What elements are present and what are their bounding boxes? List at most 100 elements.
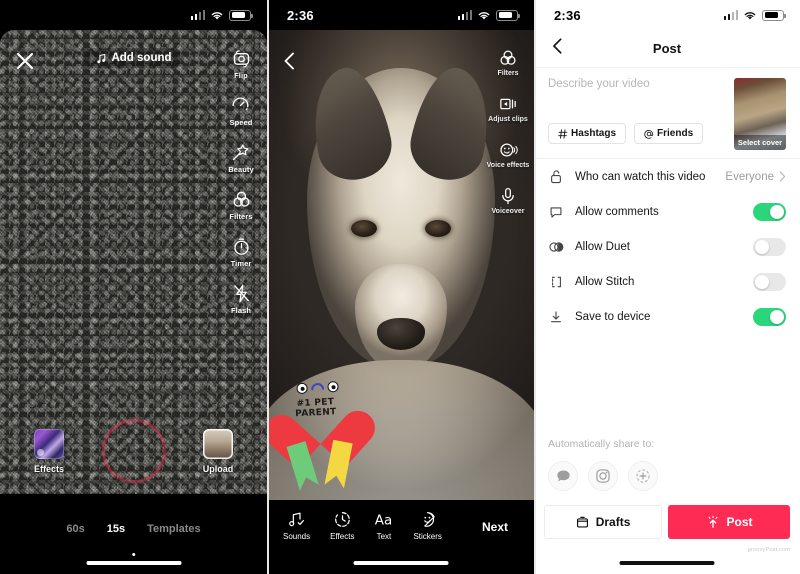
mode-templates[interactable]: Templates [147, 523, 201, 535]
share-more-button[interactable] [628, 461, 658, 491]
post-status-bar: 2:36 [534, 0, 800, 30]
upload-thumbnail-icon [203, 428, 233, 459]
sticker-brow [310, 382, 325, 391]
post-back-button[interactable] [548, 36, 568, 61]
save-to-device-toggle[interactable] [753, 307, 786, 326]
hashtags-chip[interactable]: Hashtags [548, 123, 627, 144]
allow-comments-toggle[interactable] [753, 202, 786, 221]
home-indicator [353, 561, 448, 565]
close-camera-button[interactable] [12, 48, 38, 74]
tool-voiceover-label: Voiceover [491, 208, 525, 216]
next-button[interactable]: Next [466, 512, 524, 542]
auto-share-label: Automatically share to: [548, 438, 655, 450]
select-cover-thumbnail[interactable]: Select cover [734, 78, 786, 150]
status-time: 2:36 [287, 7, 314, 23]
upload-label: Upload [202, 463, 234, 474]
allow-duet-toggle[interactable] [753, 237, 786, 256]
mode-15s[interactable]: 15s [107, 523, 125, 535]
home-indicator [619, 561, 715, 565]
status-indicators [457, 9, 520, 21]
edit-tool-effects[interactable]: Effects [330, 510, 354, 541]
back-button[interactable] [279, 50, 301, 72]
add-sound-button[interactable]: Add sound [83, 48, 184, 68]
setting-allow-stitch[interactable]: Allow Stitch [534, 264, 800, 299]
sticker-line-2: PARENT [295, 407, 337, 420]
add-more-icon [636, 469, 650, 483]
mode-60s[interactable]: 60s [66, 523, 84, 535]
tool-beauty[interactable]: Beauty [228, 142, 254, 174]
share-instagram-button[interactable] [588, 461, 618, 491]
tool-filters[interactable]: Filters [229, 189, 253, 221]
tool-filters[interactable]: Filters [497, 48, 519, 78]
post-screen-panel: 2:36 Post Describe your video Hashtags F… [534, 0, 800, 574]
effects-button[interactable]: Effects [26, 428, 72, 474]
upload-sparkle-icon [708, 515, 717, 528]
panel-divider-1 [267, 0, 269, 574]
post-button[interactable]: Post [668, 505, 790, 539]
tool-adjust-clips[interactable]: Adjust clips [488, 94, 528, 124]
tool-filters-label: Filters [229, 212, 253, 221]
tool-speed[interactable]: Speed [229, 95, 252, 127]
home-indicator [86, 561, 181, 565]
preview-tool-column: Filters Adjust clips Voice effects Voice… [486, 48, 530, 232]
setting-who-can-watch[interactable]: Who can watch this video Everyone [534, 159, 800, 194]
setting-label: Allow Stitch [575, 275, 635, 288]
tool-flip[interactable]: Flip [231, 48, 252, 80]
edit-tool-text[interactable]: Aa Text [374, 510, 393, 541]
edit-tool-list: Sounds Effects Aa Text Stickers [277, 510, 466, 541]
description-area: Describe your video Hashtags Friends Sel… [534, 68, 800, 154]
camera-mode-selector: 60s 15s Templates [0, 512, 267, 546]
tool-beauty-label: Beauty [228, 165, 254, 174]
signal-bars-icon [190, 10, 205, 20]
tool-timer-label: Timer [230, 259, 252, 268]
filters-icon [500, 50, 516, 65]
drafts-label: Drafts [595, 515, 631, 529]
status-indicators [190, 9, 253, 21]
share-target-list [548, 461, 786, 491]
edit-tool-sounds[interactable]: Sounds [283, 510, 310, 541]
setting-label: Who can watch this video [575, 170, 706, 183]
setting-value[interactable]: Everyone [725, 171, 786, 183]
adjust-clips-icon [500, 98, 516, 110]
share-sms-button[interactable] [548, 461, 578, 491]
friends-chip[interactable]: Friends [634, 123, 704, 144]
tool-voice-effects-label: Voice effects [486, 162, 530, 170]
record-button[interactable] [101, 419, 166, 483]
tool-flash-label: Flash [230, 306, 252, 315]
edit-tool-stickers[interactable]: Stickers [413, 510, 442, 541]
tool-voice-effects[interactable]: Voice effects [486, 140, 530, 170]
setting-label: Allow Duet [575, 240, 630, 253]
privacy-value: Everyone [725, 170, 774, 183]
mode-active-indicator [131, 552, 136, 556]
microphone-icon [502, 188, 514, 205]
select-cover-label: Select cover [734, 135, 786, 150]
preview-screen-panel: 2:36 Filters Adjust clips Voice effects … [267, 0, 534, 574]
pet-parent-sticker[interactable]: #1 PET PARENT [280, 374, 360, 494]
setting-save-to-device[interactable]: Save to device [534, 299, 800, 334]
wifi-icon [744, 11, 756, 19]
music-note-check-icon [289, 512, 305, 527]
camera-bottom-controls: Effects Upload [0, 408, 267, 494]
setting-allow-comments[interactable]: Allow comments [534, 194, 800, 229]
panel-divider-2 [534, 0, 536, 574]
setting-allow-duet[interactable]: Allow Duet [534, 229, 800, 264]
tool-flash[interactable]: Flash [231, 283, 252, 315]
watermark: groovyPost.com [747, 547, 790, 553]
effects-clock-icon [334, 512, 350, 527]
instagram-icon [596, 469, 610, 483]
effects-label: Effects [33, 463, 64, 474]
tool-speed-label: Speed [229, 118, 253, 127]
tool-voiceover[interactable]: Voiceover [491, 186, 525, 216]
allow-stitch-toggle[interactable] [753, 272, 786, 291]
tool-timer[interactable]: 3 Timer [231, 236, 252, 268]
upload-button[interactable]: Upload [195, 428, 241, 474]
drafts-button[interactable]: Drafts [544, 505, 663, 539]
flash-icon [233, 284, 249, 303]
duet-icon [548, 240, 564, 254]
wifi-icon [211, 11, 223, 19]
add-sound-label: Add sound [111, 52, 172, 64]
edit-tool-effects-label: Effects [330, 532, 355, 541]
speed-icon [232, 97, 249, 112]
tool-flip-label: Flip [234, 71, 248, 80]
sticker-smiley-icon [424, 512, 435, 527]
